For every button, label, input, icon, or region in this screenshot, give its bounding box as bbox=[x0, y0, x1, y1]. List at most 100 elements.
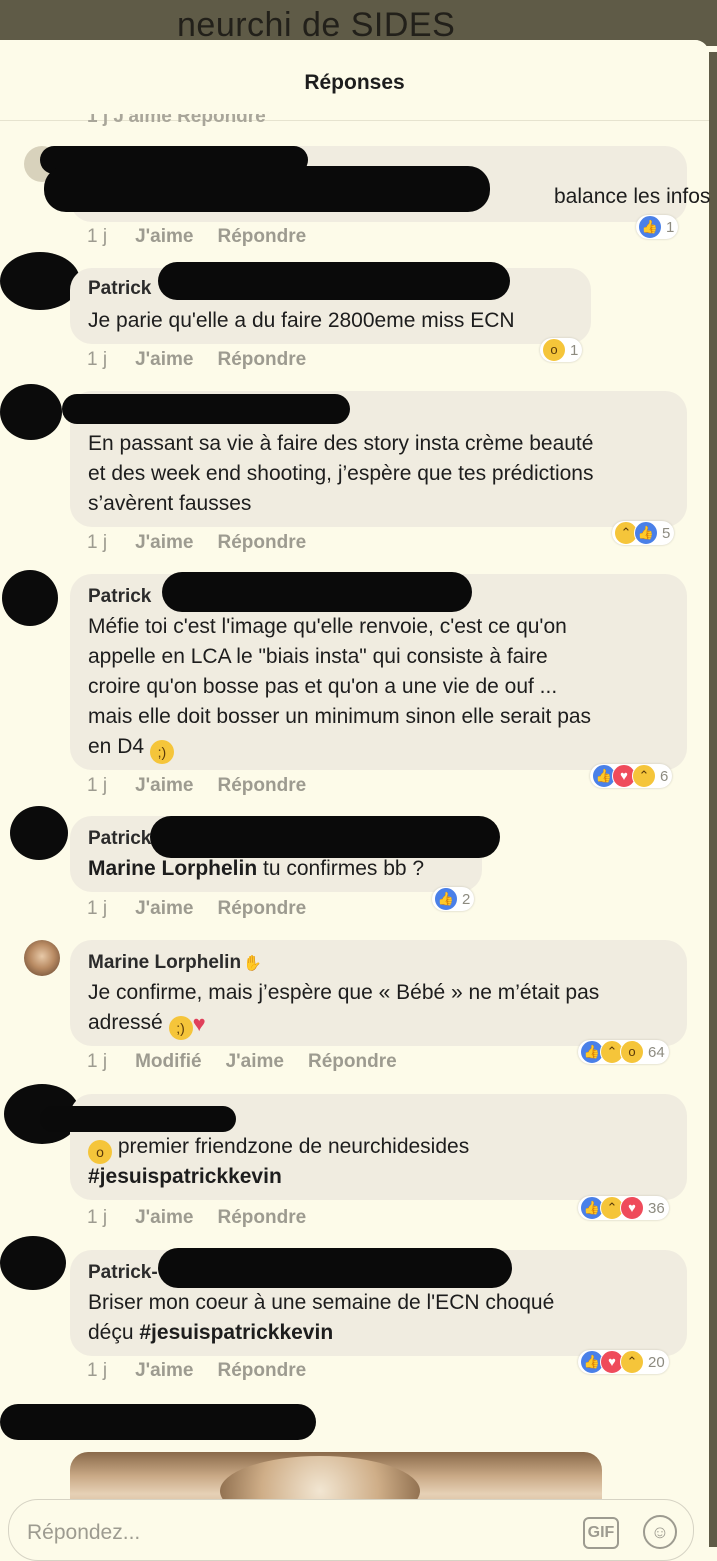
reply-composer[interactable]: Répondez... GIF ☺ bbox=[8, 1499, 694, 1561]
reactions-badge[interactable]: 👍 1 bbox=[636, 215, 679, 239]
reactions-badge[interactable]: 👍 2 bbox=[432, 887, 475, 911]
reply-button[interactable]: Répondre bbox=[217, 532, 306, 553]
redaction bbox=[62, 394, 350, 424]
reply-button[interactable]: Répondre bbox=[217, 1360, 306, 1381]
timestamp: 1 j bbox=[87, 1207, 108, 1228]
replies-header: Réponses bbox=[0, 40, 709, 121]
wow-icon: o bbox=[620, 1040, 644, 1064]
reactions-badge[interactable]: 👍 ⌃ o 64 bbox=[578, 1040, 669, 1064]
avatar[interactable] bbox=[10, 806, 68, 860]
comment-meta: 1 j J'aime Répondre bbox=[87, 226, 330, 248]
redaction bbox=[158, 1248, 512, 1288]
comment-text: Marine Lorphelin tu confirmes bb ? bbox=[88, 854, 424, 884]
like-button[interactable]: J'aime bbox=[135, 898, 193, 919]
reactions-badge[interactable]: ⌃ 👍 5 bbox=[612, 521, 675, 545]
comment-meta: 1 j J'aime Répondre bbox=[87, 1207, 330, 1229]
broken-heart-icon: ♥ bbox=[192, 1011, 206, 1036]
page-title: Réponses bbox=[304, 71, 405, 94]
like-button[interactable]: J'aime bbox=[135, 1360, 193, 1381]
like-button[interactable]: J'aime bbox=[135, 775, 193, 796]
thumbs-up-icon: 👍 bbox=[638, 215, 662, 239]
redaction bbox=[44, 166, 490, 212]
wow-icon: o bbox=[542, 338, 566, 362]
comment-text-line: croire qu'on bosse pas et qu'on a une vi… bbox=[88, 675, 558, 698]
reactions-badge[interactable]: o 1 bbox=[540, 338, 583, 362]
comment-text-line: adressé bbox=[88, 1011, 163, 1034]
wink-icon: ;) bbox=[149, 740, 174, 764]
like-button[interactable]: J'aime bbox=[135, 349, 193, 370]
wink-icon: ;) bbox=[168, 1016, 193, 1040]
timestamp: 1 j bbox=[87, 1051, 108, 1072]
timestamp: 1 j bbox=[87, 898, 108, 919]
reply-input[interactable]: Répondez... bbox=[27, 1521, 140, 1545]
reply-button[interactable]: Répondre bbox=[308, 1051, 397, 1072]
comment-text-last: déçu #jesuispatrickkevin bbox=[88, 1318, 333, 1348]
like-button[interactable]: J'aime bbox=[135, 1207, 193, 1228]
like-button[interactable]: J'aime bbox=[226, 1051, 284, 1072]
comment-meta: 1 j J'aime Répondre bbox=[87, 349, 330, 371]
reply-button[interactable]: Répondre bbox=[217, 349, 306, 370]
comment-text-line: En passant sa vie à faire des story inst… bbox=[88, 432, 594, 455]
sheet-edge bbox=[709, 52, 717, 1547]
timestamp: 1 j bbox=[87, 349, 108, 370]
edited-label: Modifié bbox=[135, 1051, 202, 1072]
reactions-badge[interactable]: 👍 ♥ ⌃ 20 bbox=[578, 1350, 669, 1374]
comment-text-last: en D4 ;) bbox=[88, 732, 174, 764]
comment-author[interactable]: Marine Lorphelin bbox=[88, 952, 241, 973]
redaction bbox=[0, 1404, 316, 1440]
comment-text-line: tu confirmes bb ? bbox=[257, 857, 425, 880]
avatar[interactable] bbox=[0, 1236, 66, 1290]
avatar[interactable] bbox=[24, 940, 60, 976]
comment-meta: 1 j J'aime Répondre bbox=[87, 898, 330, 920]
comment-author-row: Marine Lorphelin ✋ bbox=[88, 952, 262, 974]
like-button[interactable]: J'aime bbox=[135, 532, 193, 553]
hashtag-link[interactable]: #jesuispatrickkevin bbox=[88, 1165, 282, 1188]
comment-text-line: s’avèrent fausses bbox=[88, 492, 252, 515]
reply-button[interactable]: Répondre bbox=[217, 226, 306, 247]
comment-bubble[interactable]: Marine Lorphelin ✋ Je confirme, mais j’es… bbox=[70, 940, 687, 1046]
timestamp: 1 j bbox=[87, 775, 108, 796]
hashtag-link[interactable]: #jesuispatrickkevin bbox=[139, 1321, 333, 1344]
redaction bbox=[150, 816, 500, 858]
comment-text-line: en D4 bbox=[88, 735, 145, 758]
heart-icon: ♥ bbox=[620, 1196, 644, 1220]
timestamp: 1 j bbox=[87, 532, 108, 553]
reactions-badge[interactable]: 👍 ⌃ ♥ 36 bbox=[578, 1196, 669, 1220]
comment-author[interactable]: Patrick bbox=[88, 828, 151, 850]
comment-text-last: #jesuispatrickkevin bbox=[88, 1162, 282, 1192]
comment-text-line: déçu bbox=[88, 1321, 140, 1344]
laugh-icon: ⌃ bbox=[632, 764, 656, 788]
gif-button[interactable]: GIF bbox=[583, 1517, 619, 1549]
smiley-icon[interactable]: ☺ bbox=[643, 1515, 677, 1549]
comment-text-last: adressé ;) ♥ bbox=[88, 1008, 206, 1040]
comment-author[interactable]: Patrick bbox=[88, 278, 151, 300]
comment-text-line: Méfie toi c'est l'image qu'elle renvoie,… bbox=[88, 615, 567, 638]
redaction bbox=[40, 1106, 236, 1132]
avatar[interactable] bbox=[2, 570, 58, 626]
comment-author[interactable]: Patrick bbox=[88, 586, 151, 608]
avatar[interactable] bbox=[0, 384, 62, 440]
redaction bbox=[158, 262, 510, 300]
thumbs-up-icon: 👍 bbox=[634, 521, 658, 545]
avatar[interactable] bbox=[0, 252, 80, 310]
comment-text-line: Je confirme, mais j’espère que « Bébé » … bbox=[88, 981, 600, 1004]
comment-text: balance les infos bbox=[554, 185, 711, 208]
like-button[interactable]: J'aime bbox=[135, 226, 193, 247]
comment-meta: 1 j J'aime Répondre bbox=[87, 532, 330, 554]
wave-icon: ✋ bbox=[243, 955, 262, 972]
reply-button[interactable]: Répondre bbox=[217, 898, 306, 919]
wow-icon: o bbox=[88, 1140, 112, 1164]
mention-link[interactable]: Marine Lorphelin bbox=[88, 857, 257, 880]
comment-meta: 1 j J'aime Répondre bbox=[87, 1360, 330, 1382]
timestamp: 1 j bbox=[87, 226, 108, 247]
reactions-badge[interactable]: 👍 ♥ ⌃ 6 bbox=[590, 764, 673, 788]
reply-button[interactable]: Répondre bbox=[217, 775, 306, 796]
comment-text-line: mais elle doit bosser un minimum sinon e… bbox=[88, 705, 592, 728]
timestamp: 1 j bbox=[87, 1360, 108, 1381]
reply-button[interactable]: Répondre bbox=[217, 1207, 306, 1228]
comment-text: Je parie qu'elle a du faire 2800eme miss… bbox=[88, 309, 515, 332]
comment-meta: 1 j Modifié J'aime Répondre bbox=[87, 1051, 421, 1073]
thumbs-up-icon: 👍 bbox=[434, 887, 458, 911]
comment-author[interactable]: Patrick- bbox=[88, 1262, 158, 1284]
comment-text-line: appelle en LCA le "biais insta" qui cons… bbox=[88, 645, 548, 668]
